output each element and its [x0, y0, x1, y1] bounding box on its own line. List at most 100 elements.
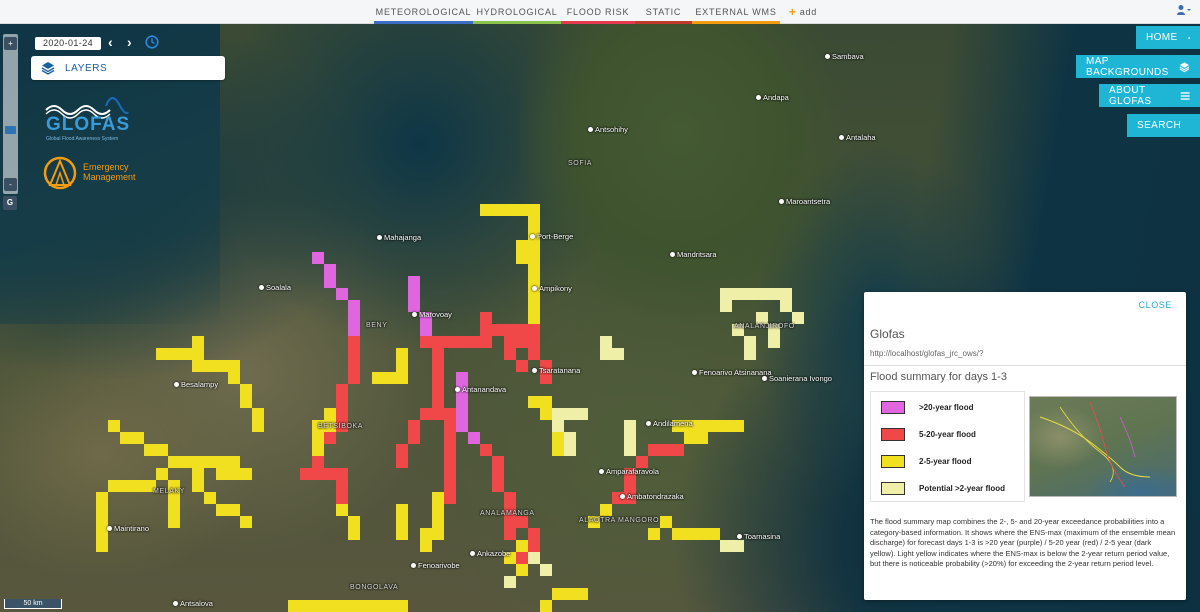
place-marker [412, 312, 417, 317]
legend-swatch [881, 401, 905, 414]
place-marker [377, 235, 382, 240]
place-label: Fenoarivo Atsinanana [699, 368, 772, 377]
place-marker [455, 387, 460, 392]
place-marker [532, 286, 537, 291]
layers-icon [1179, 61, 1190, 72]
tab-flood-risk[interactable]: FLOOD RISK [561, 0, 635, 24]
panel-title: Glofas [870, 327, 905, 341]
place-label: Sambava [832, 52, 864, 61]
zoom-in-button[interactable]: + [4, 37, 17, 50]
place-label: Antsalova [180, 599, 213, 608]
tab-underline [692, 21, 780, 24]
place-label: Andapa [763, 93, 789, 102]
place-label: Tsaratanana [539, 366, 581, 375]
globe-toggle-button[interactable]: G [3, 196, 17, 210]
emergency-management-logo [43, 156, 77, 190]
tab-underline [635, 21, 692, 24]
place-label: ANALANJIROFO [734, 323, 795, 330]
place-label: SOFIA [568, 160, 593, 167]
legend-row-2-5: 2-5-year flood [881, 455, 971, 468]
place-label: Mandritsara [677, 250, 717, 259]
panel-url: http://localhost/glofas_jrc_ows/? [870, 349, 984, 358]
place-marker [470, 551, 475, 556]
place-label: Besalampy [181, 380, 219, 389]
panel-description: The flood summary map combines the 2-, 5… [870, 517, 1176, 568]
legend-label: Potential >2-year flood [919, 484, 1006, 493]
place-marker [646, 421, 651, 426]
thumbnail-rivers [1039, 401, 1151, 488]
land-area-north [520, 24, 840, 324]
feature-info-panel: CLOSE Glofas http://localhost/glofas_jrc… [864, 292, 1186, 600]
zoom-control: + - [3, 34, 18, 194]
tab-meteorological[interactable]: METEOROLOGICAL [374, 0, 473, 24]
panel-divider [864, 365, 1186, 366]
place-label: Ambatondrazaka [627, 492, 684, 501]
legend-row-potential: Potential >2-year flood [881, 482, 1005, 495]
search-button[interactable]: SEARCH [1127, 114, 1200, 137]
place-marker [532, 368, 537, 373]
place-marker [588, 127, 593, 132]
place-label: Maroantsetra [786, 197, 831, 206]
chevron-left-icon[interactable]: ‹ [108, 34, 113, 50]
home-button[interactable]: HOME [1136, 26, 1200, 49]
tab-underline [561, 21, 635, 24]
legend-swatch [881, 455, 905, 468]
place-marker [839, 135, 844, 140]
place-marker [174, 382, 179, 387]
place-label: ANALAMANGA [480, 510, 535, 517]
glofas-wordmark: GLOFAS [46, 114, 131, 135]
tab-underline [473, 21, 561, 24]
legend-row-5-20: 5-20-year flood [881, 428, 976, 441]
legend-swatch [881, 482, 905, 495]
legend-row-over20: >20-year flood [881, 401, 973, 414]
tab-label: HYDROLOGICAL [476, 7, 558, 17]
zoom-slider-track[interactable] [4, 54, 17, 179]
layers-button-label: LAYERS [65, 62, 108, 74]
place-label: BENY [366, 322, 388, 329]
plus-icon: + [788, 5, 797, 19]
place-label: MELAKY [153, 488, 185, 495]
place-label: Soanierana Ivongo [769, 374, 832, 383]
tab-underline [374, 21, 473, 24]
map-backgrounds-button[interactable]: MAP BACKGROUNDS [1076, 55, 1200, 78]
clock-icon[interactable] [145, 35, 159, 49]
place-label: Ankazobe [477, 549, 511, 558]
place-label: Antsohihy [595, 125, 628, 134]
place-marker [737, 534, 742, 539]
user-icon [1177, 5, 1191, 15]
tab-label: add [799, 7, 818, 17]
about-glofas-label: ABOUT GLOFAS [1109, 84, 1152, 107]
panel-subtitle: Flood summary for days 1-3 [870, 371, 1007, 383]
place-label: Port-Berge [537, 232, 574, 241]
legend-label: >20-year flood [919, 403, 974, 412]
search-button-label: SEARCH [1137, 120, 1182, 131]
tab-label: METEOROLOGICAL [375, 7, 472, 17]
layers-button[interactable]: LAYERS [31, 56, 225, 80]
top-tab-bar: METEOROLOGICAL HYDROLOGICAL FLOOD RISK S… [0, 0, 1200, 24]
scale-bar: 50 km [4, 599, 62, 609]
place-label: BONGOLAVA [350, 584, 399, 591]
place-label: Fenoarivobe [418, 561, 460, 570]
place-label: Soalala [266, 283, 292, 292]
place-label: Maintirano [114, 524, 150, 533]
zoom-out-button[interactable]: - [4, 178, 17, 191]
place-label: BETSIBOKA [318, 423, 364, 430]
zoom-slider-handle[interactable] [5, 126, 16, 134]
place-marker [762, 376, 767, 381]
tab-hydrological[interactable]: HYDROLOGICAL [473, 0, 561, 24]
tab-static[interactable]: STATIC [635, 0, 692, 24]
date-field[interactable]: 2020-01-24 [35, 37, 101, 50]
place-label: Antanandava [462, 385, 507, 394]
close-button[interactable]: CLOSE [1138, 300, 1172, 310]
place-label: Mahajanga [384, 233, 422, 242]
user-menu[interactable] [1176, 4, 1192, 19]
chevron-right-icon[interactable]: › [127, 34, 132, 50]
tab-external-wms[interactable]: EXTERNAL WMS [692, 0, 780, 24]
tab-add[interactable]: + add [780, 0, 826, 24]
layers-icon [41, 62, 55, 75]
tab-label: EXTERNAL WMS [695, 7, 777, 17]
place-marker [411, 563, 416, 568]
place-marker [259, 285, 264, 290]
about-glofas-button[interactable]: ABOUT GLOFAS [1099, 84, 1200, 107]
place-label: Marovoay [419, 310, 452, 319]
